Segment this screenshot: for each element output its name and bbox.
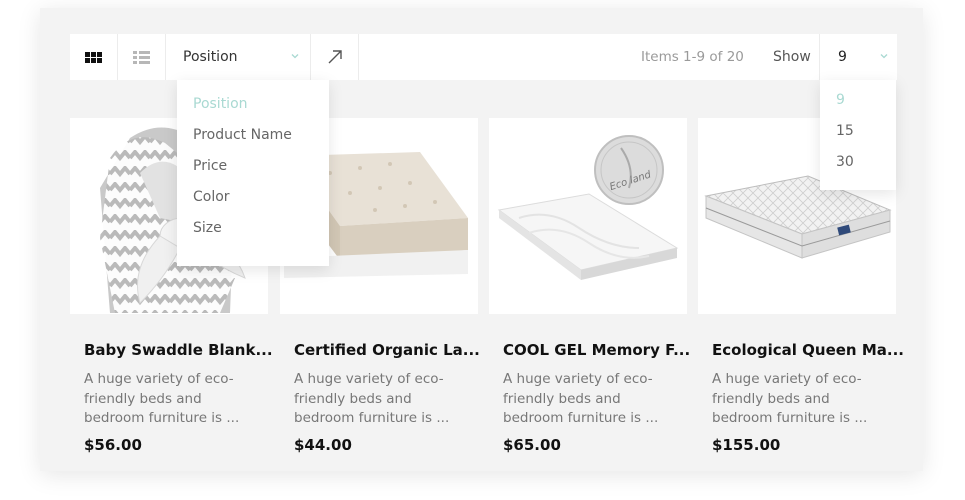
sort-option-product-name[interactable]: Product Name	[177, 125, 329, 156]
product-image[interactable]: Eco land	[489, 118, 687, 314]
grid-view-icon	[85, 51, 102, 63]
product-card[interactable]: Eco land COOL GEL Memory F... A huge var…	[489, 118, 690, 470]
limit-option-30[interactable]: 30	[820, 152, 896, 183]
limiter-dropdown: 9 15 30	[820, 80, 896, 190]
sort-direction-arrow-icon	[328, 50, 342, 64]
limit-option-9[interactable]: 9	[820, 90, 896, 121]
product-description: A huge variety of eco-friendly beds and …	[294, 371, 450, 426]
gel-memory-foam-image: Eco land	[497, 135, 679, 280]
product-name-link[interactable]: Baby Swaddle Blank...	[84, 341, 273, 359]
product-name-link[interactable]: COOL GEL Memory F...	[503, 341, 690, 359]
product-price: $56.00	[84, 436, 142, 454]
chevron-down-icon	[880, 54, 888, 59]
sort-option-position[interactable]: Position	[177, 94, 329, 125]
product-description: A huge variety of eco-friendly beds and …	[503, 371, 659, 426]
sort-by-select[interactable]: Position	[166, 34, 311, 80]
list-view-button[interactable]	[118, 34, 166, 80]
sort-option-size[interactable]: Size	[177, 218, 329, 249]
product-description: A huge variety of eco-friendly beds and …	[712, 371, 868, 426]
catalog-toolbar: Position Items 1-9 of 20 Show 9	[70, 34, 897, 80]
list-view-icon	[133, 50, 150, 64]
sort-option-price[interactable]: Price	[177, 156, 329, 187]
limiter-value: 9	[838, 49, 847, 65]
product-price: $65.00	[503, 436, 561, 454]
product-name-link[interactable]: Certified Organic La...	[294, 341, 480, 359]
limiter-select[interactable]: 9	[819, 34, 897, 80]
sort-by-value: Position	[183, 49, 238, 65]
limiter-label: Show	[773, 49, 811, 65]
toolbar-amount: Items 1-9 of 20	[641, 49, 744, 65]
product-name-link[interactable]: Ecological Queen Ma...	[712, 341, 904, 359]
sort-direction-button[interactable]	[311, 34, 359, 80]
sort-option-color[interactable]: Color	[177, 187, 329, 218]
limit-option-15[interactable]: 15	[820, 121, 896, 152]
product-price: $44.00	[294, 436, 352, 454]
product-price: $155.00	[712, 436, 781, 454]
chevron-down-icon	[291, 54, 299, 59]
sort-by-dropdown: Position Product Name Price Color Size	[177, 80, 329, 266]
product-description: A huge variety of eco-friendly beds and …	[84, 371, 240, 426]
grid-view-button[interactable]	[70, 34, 118, 80]
